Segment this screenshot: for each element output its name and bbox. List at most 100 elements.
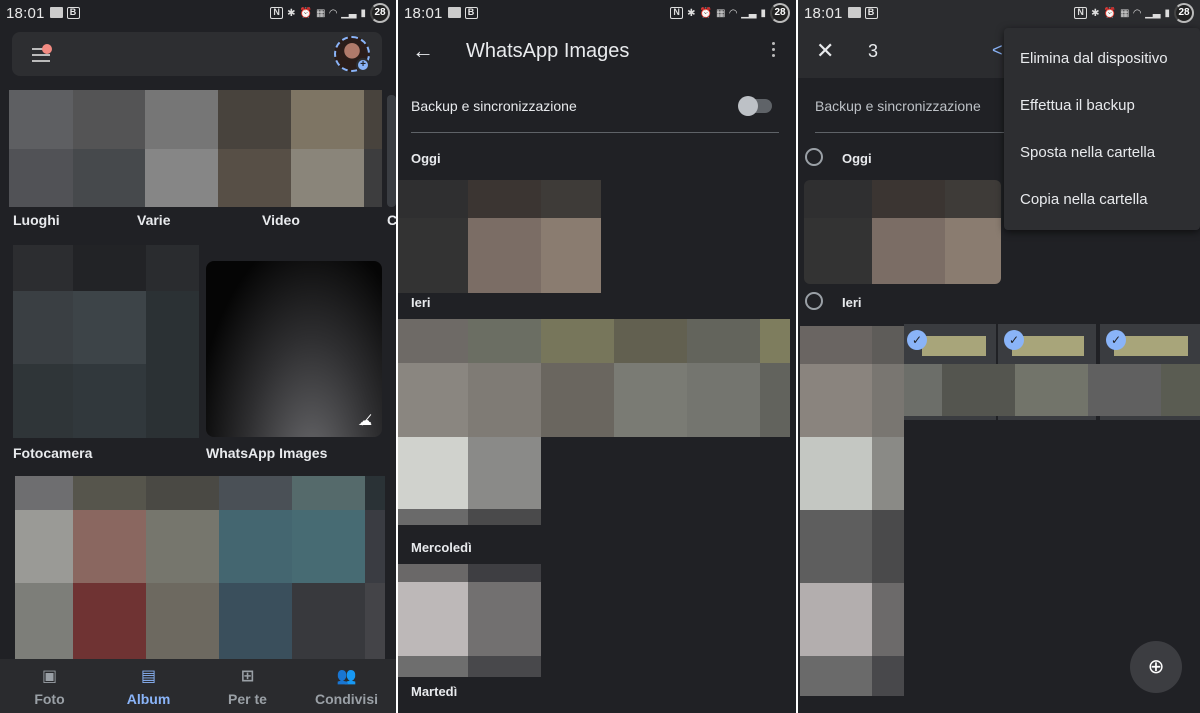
battery-icon: ▮ (1164, 7, 1170, 19)
album-row3-thumbnail[interactable] (15, 476, 385, 662)
gallery-icon (49, 7, 63, 18)
more-options-icon[interactable] (772, 42, 776, 60)
bluetooth-icon: ✱ (687, 7, 696, 19)
menu-item-sposta-nella-cartella[interactable]: Sposta nella cartella (1004, 138, 1200, 185)
wifi-icon: ◠ (729, 7, 738, 19)
b-badge-icon: B (464, 7, 478, 19)
album-video-thumbnail-b[interactable] (291, 90, 364, 207)
nfc-icon: N (270, 7, 284, 19)
status-time: 18:01 (804, 4, 843, 22)
menu-item-effettua-il-backup[interactable]: Effettua il backup (1004, 91, 1200, 138)
backup-sync-label: Backup e sincronizzazione (815, 98, 981, 114)
alarm-icon: ⏰ (1103, 7, 1116, 19)
notification-dot (42, 44, 52, 54)
selected-count: 3 (868, 41, 879, 61)
cloud-off-icon: ☁̸ (358, 412, 372, 428)
close-icon[interactable]: ✕ (816, 38, 834, 64)
album-label-varie: Varie (137, 212, 171, 228)
photo-thumbnail[interactable] (398, 180, 601, 293)
nav-per-te-label: Per te (228, 691, 267, 707)
back-arrow-icon[interactable]: ← (412, 38, 434, 64)
divider (411, 132, 779, 133)
nav-condivisi[interactable]: 👥 Condivisi (297, 659, 396, 713)
selection-screen: 18:01 B N ✱ ⏰ ▦ ◠ ▁▃ ▮ 28 ✕ 3 < Backup e… (798, 0, 1200, 713)
battery-level: 28 (370, 3, 390, 23)
gallery-icon (847, 7, 861, 18)
menu-item-elimina-dal-dispositivo[interactable]: Elimina dal dispositivo (1004, 44, 1200, 91)
album-luoghi-thumbnail[interactable] (9, 90, 73, 207)
select-section-oggi-radio[interactable] (805, 148, 823, 166)
bottom-navigation: ▣ Foto ▤ Album ⊞ Per te 👥 Condivisi (0, 659, 396, 713)
page-title: WhatsApp Images (466, 40, 630, 62)
status-bar: 18:01 B N ✱ ⏰ ▦ ◠ ▁▃ ▮ 28 (0, 0, 396, 26)
signal-icon: ▁▃ (341, 7, 357, 19)
zoom-in-icon: ⊕ (1147, 656, 1165, 678)
bluetooth-icon: ✱ (287, 7, 296, 19)
album-detail-screen: 18:01 B N ✱ ⏰ ▦ ◠ ▁▃ ▮ 28 ← WhatsApp Ima… (398, 0, 796, 713)
album-c-thumbnail[interactable] (364, 90, 382, 207)
nav-album-label: Album (126, 691, 171, 707)
albums-screen: 18:01 B N ✱ ⏰ ▦ ◠ ▁▃ ▮ 28 + Luoghi Varie… (0, 0, 396, 713)
battery-icon: ▮ (360, 7, 366, 19)
photo-thumbnail[interactable] (800, 326, 904, 696)
album-label-luoghi: Luoghi (13, 212, 60, 228)
album-whatsapp-thumbnail[interactable]: ☁̸ (206, 261, 382, 437)
section-mercoledi: Mercoledì (411, 540, 472, 555)
alarm-icon: ⏰ (699, 7, 712, 19)
wifi-icon: ◠ (329, 7, 338, 19)
album-label-fotocamera: Fotocamera (13, 445, 93, 461)
battery-level: 28 (1174, 3, 1194, 23)
selected-check-icon[interactable]: ✓ (1106, 330, 1126, 350)
b-badge-icon: B (66, 7, 80, 19)
nav-foto[interactable]: ▣ Foto (0, 659, 99, 713)
divider (815, 132, 1015, 133)
b-badge-icon: B (864, 7, 878, 19)
nfc-icon: N (1074, 7, 1088, 19)
album-icon: ▤ (140, 668, 157, 685)
volte-icon: ▦ (315, 7, 326, 19)
photo-thumbnail[interactable] (804, 180, 1001, 284)
backup-sync-label: Backup e sincronizzazione (411, 98, 577, 114)
nav-per-te[interactable]: ⊞ Per te (198, 659, 297, 713)
status-time: 18:01 (404, 4, 443, 22)
album-video-thumbnail[interactable] (218, 90, 291, 207)
album-varie-thumbnail[interactable] (73, 90, 145, 207)
signal-icon: ▁▃ (1145, 7, 1161, 19)
for-you-icon: ⊞ (240, 668, 255, 685)
status-bar: 18:01 B N ✱ ⏰ ▦ ◠ ▁▃ ▮ 28 (798, 0, 1200, 26)
backup-sync-toggle[interactable] (738, 96, 772, 116)
selected-check-icon[interactable]: ✓ (907, 330, 927, 350)
photo-thumbnail[interactable] (398, 564, 541, 677)
overflow-menu: Elimina dal dispositivo Effettua il back… (1004, 28, 1200, 230)
zoom-in-button[interactable]: ⊕ (1130, 641, 1182, 693)
select-section-ieri-radio[interactable] (805, 292, 823, 310)
upload-badge-icon: + (356, 58, 370, 72)
photo-thumbnail-overlay (904, 364, 1200, 416)
album-label-c: C (387, 212, 396, 228)
search-top-bar: + (12, 32, 382, 76)
avatar[interactable]: + (334, 36, 370, 72)
photo-icon: ▣ (41, 668, 58, 685)
album-label-whatsapp: WhatsApp Images (206, 445, 328, 461)
battery-level: 28 (770, 3, 790, 23)
photo-thumbnail[interactable] (398, 437, 541, 525)
section-martedi: Martedì (411, 684, 458, 699)
nfc-icon: N (670, 7, 684, 19)
volte-icon: ▦ (715, 7, 726, 19)
nav-album[interactable]: ▤ Album (99, 659, 198, 713)
alarm-icon: ⏰ (299, 7, 312, 19)
menu-item-copia-nella-cartella[interactable]: Copia nella cartella (1004, 185, 1200, 232)
section-oggi: Oggi (411, 151, 441, 166)
album-label-video: Video (262, 212, 300, 228)
selected-check-icon[interactable]: ✓ (1004, 330, 1024, 350)
signal-icon: ▁▃ (741, 7, 757, 19)
photo-thumbnail[interactable] (398, 319, 790, 437)
scroll-indicator[interactable] (387, 95, 396, 207)
status-bar: 18:01 B N ✱ ⏰ ▦ ◠ ▁▃ ▮ 28 (398, 0, 796, 26)
album-fotocamera-thumbnail[interactable] (13, 245, 199, 438)
nav-foto-label: Foto (34, 691, 65, 707)
album-varie-thumbnail-b[interactable] (145, 90, 218, 207)
status-time: 18:01 (6, 4, 45, 22)
share-icon[interactable]: < (992, 40, 1003, 61)
section-oggi: Oggi (842, 151, 872, 166)
